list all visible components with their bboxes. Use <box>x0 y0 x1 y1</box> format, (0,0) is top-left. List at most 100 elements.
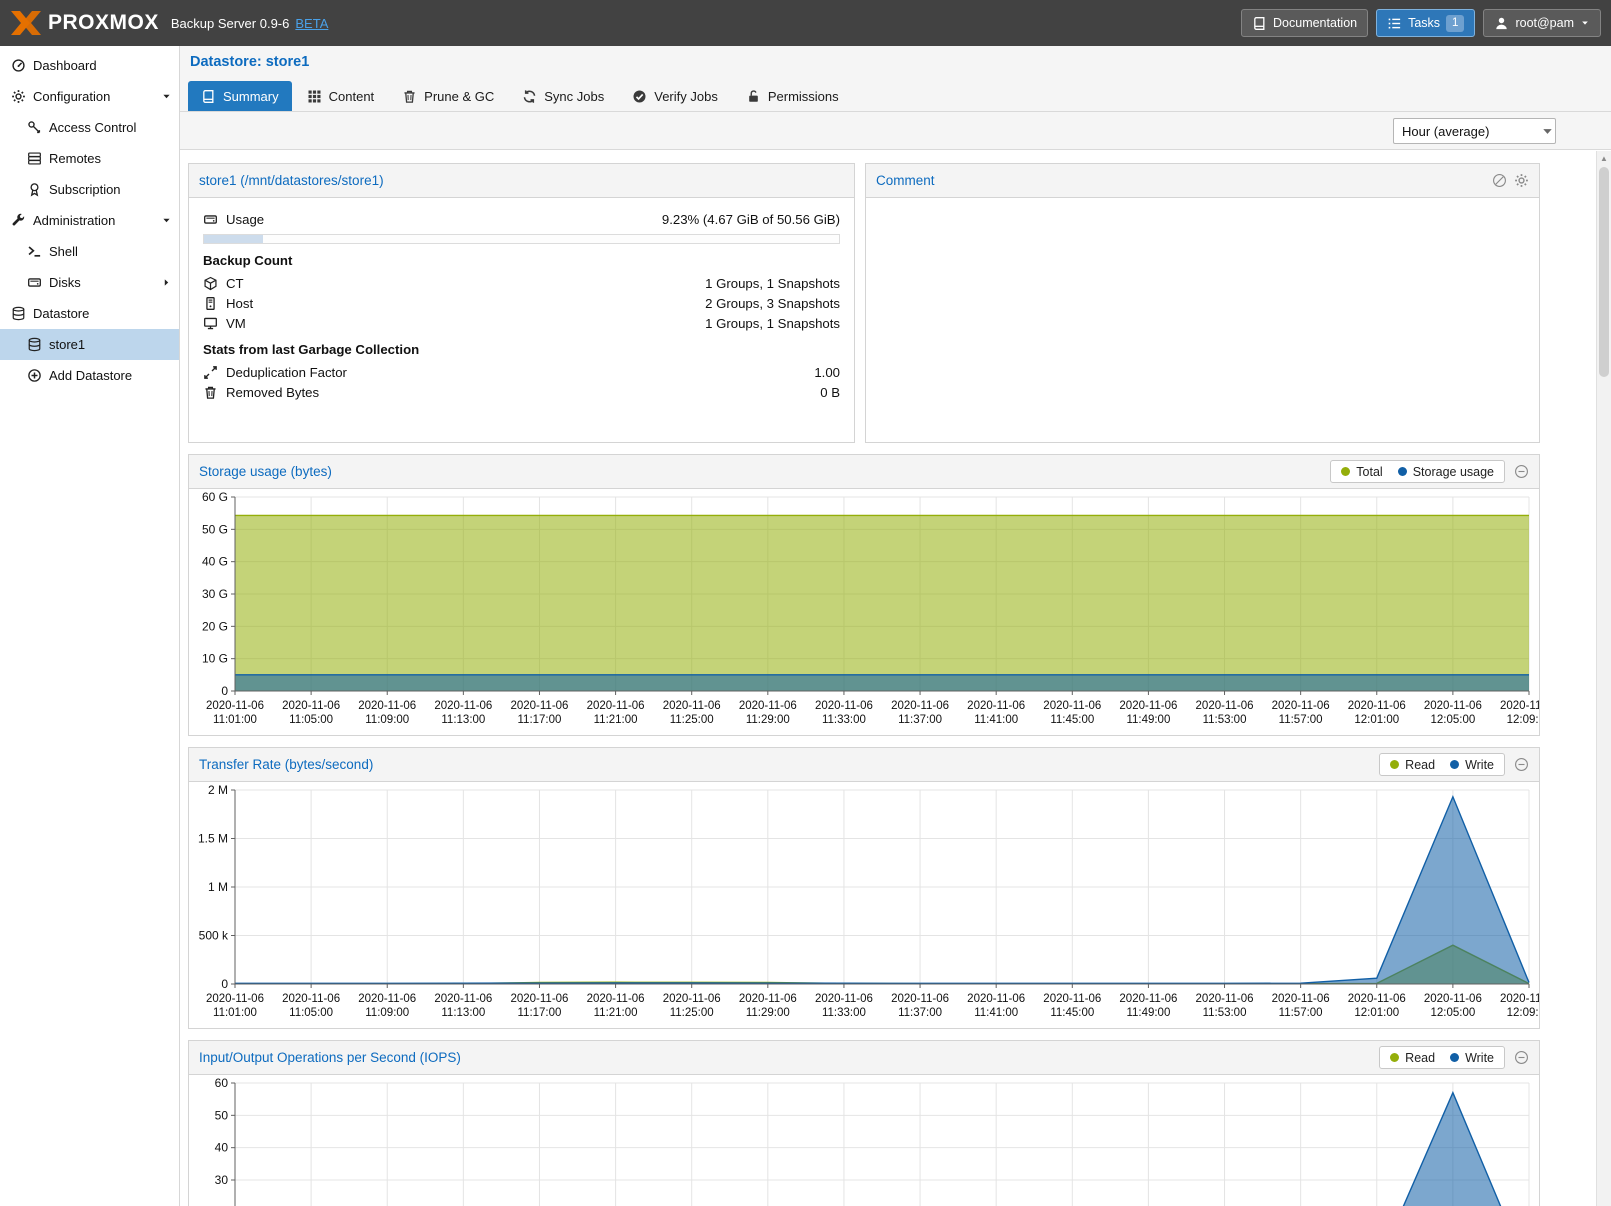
svg-text:1.5 M: 1.5 M <box>198 832 228 846</box>
sidebar-item-datastore[interactable]: Datastore <box>0 298 179 329</box>
svg-text:12:01:00: 12:01:00 <box>1354 1007 1399 1019</box>
chart-svg-transfer-rate: 0500 k1 M1.5 M2 M2020-11-0611:01:002020-… <box>189 782 1539 1028</box>
tab-bar: Summary Content Prune & GC Sync Jobs Verify … <box>180 78 1611 112</box>
tab-summary[interactable]: Summary <box>188 81 292 111</box>
svg-text:2020-11-06: 2020-11-06 <box>815 993 873 1005</box>
vertical-scrollbar[interactable]: ▲ <box>1596 151 1611 1206</box>
svg-text:2020-11-06: 2020-11-06 <box>739 993 797 1005</box>
svg-text:12:05:00: 12:05:00 <box>1430 1007 1475 1019</box>
cube-icon <box>203 276 218 291</box>
svg-text:12:09:00: 12:09:00 <box>1507 1007 1539 1019</box>
row-label: Host <box>226 296 253 311</box>
combo-chevron-down-icon[interactable] <box>1540 124 1555 139</box>
legend-item-total[interactable]: Total <box>1341 465 1382 479</box>
sidebar-item-configuration[interactable]: Configuration <box>0 81 179 112</box>
svg-text:2020-11-06: 2020-11-06 <box>282 993 340 1005</box>
scroll-up-arrow[interactable]: ▲ <box>1597 151 1611 166</box>
legend-item-read[interactable]: Read <box>1390 1051 1435 1065</box>
monitor-icon <box>203 316 218 331</box>
legend-item-read[interactable]: Read <box>1390 758 1435 772</box>
checkcircle-icon <box>632 89 647 104</box>
tab-label: Summary <box>223 89 279 104</box>
collapse-icon[interactable] <box>1514 464 1529 479</box>
sidebar-item-label: Shell <box>49 244 78 259</box>
svg-text:2 M: 2 M <box>208 783 228 797</box>
svg-text:2020-11-06: 2020-11-06 <box>1348 993 1406 1005</box>
sidebar-item-label: Datastore <box>33 306 89 321</box>
disk-icon <box>27 275 42 290</box>
toolbar: Hour (average) <box>180 112 1611 150</box>
sidebar-item-shell[interactable]: Shell <box>0 236 179 267</box>
scrollbar-thumb[interactable] <box>1599 167 1609 377</box>
tab-content[interactable]: Content <box>294 81 388 111</box>
sidebar-item-label: Dashboard <box>33 58 97 73</box>
serverlist-icon <box>27 151 42 166</box>
key-icon <box>27 120 42 135</box>
legend-item-write[interactable]: Write <box>1450 1051 1494 1065</box>
legend-item-write[interactable]: Write <box>1450 758 1494 772</box>
beta-link[interactable]: BETA <box>295 16 328 31</box>
comment-clear-icon[interactable] <box>1492 173 1507 188</box>
svg-text:2020-11-06: 2020-11-06 <box>1043 700 1101 712</box>
brand-name: PROXMOX <box>48 11 159 35</box>
svg-text:11:29:00: 11:29:00 <box>746 714 790 726</box>
tab-sync-jobs[interactable]: Sync Jobs <box>509 81 617 111</box>
row-value: 1 Groups, 1 Snapshots <box>705 316 840 331</box>
tab-permissions[interactable]: Permissions <box>733 81 852 111</box>
svg-text:2020-11-06: 2020-11-06 <box>1119 993 1177 1005</box>
tasks-button[interactable]: Tasks 1 <box>1376 9 1475 37</box>
header-actions: Documentation Tasks 1 root@pam <box>1241 9 1601 37</box>
legend-item-storage-usage[interactable]: Storage usage <box>1398 465 1494 479</box>
documentation-button[interactable]: Documentation <box>1241 9 1368 37</box>
collapse-icon[interactable] <box>1514 757 1529 772</box>
user-menu-button[interactable]: root@pam <box>1483 9 1601 37</box>
svg-text:11:41:00: 11:41:00 <box>974 1007 1018 1019</box>
sidebar-item-store1[interactable]: store1 <box>0 329 179 360</box>
chevron-down-icon <box>161 215 172 226</box>
trash-icon <box>203 385 218 400</box>
chart-svg-storage-usage: 010 G20 G30 G40 G50 G60 G2020-11-0611:01… <box>189 489 1539 735</box>
sidebar-item-disks[interactable]: Disks <box>0 267 179 298</box>
chart-legend: Read Write <box>1379 753 1505 776</box>
tab-label: Content <box>329 89 375 104</box>
charts-container: Storage usage (bytes)TotalStorage usage0… <box>188 454 1596 1206</box>
backup-count-heading: Backup Count <box>203 253 840 268</box>
sidebar-item-access-control[interactable]: Access Control <box>0 112 179 143</box>
top-header: PROXMOX Backup Server 0.9-6 BETA Documen… <box>0 0 1611 46</box>
sidebar-item-label: Configuration <box>33 89 110 104</box>
tasks-list-icon <box>1387 16 1402 31</box>
page-title: Datastore: store1 <box>190 54 309 70</box>
gear-icon[interactable] <box>1514 173 1529 188</box>
comment-body[interactable] <box>866 198 1539 442</box>
sidebar-item-subscription[interactable]: Subscription <box>0 174 179 205</box>
svg-text:11:45:00: 11:45:00 <box>1050 1007 1094 1019</box>
sidebar-item-add-datastore[interactable]: Add Datastore <box>0 360 179 391</box>
collapse-icon[interactable] <box>1514 1050 1529 1065</box>
timeframe-value: Hour (average) <box>1394 124 1540 139</box>
svg-text:2020-11-06: 2020-11-06 <box>587 993 645 1005</box>
svg-text:2020-11-06: 2020-11-06 <box>1196 700 1254 712</box>
svg-text:2020-11-06: 2020-11-06 <box>815 700 873 712</box>
timeframe-select[interactable]: Hour (average) <box>1393 118 1556 144</box>
sidebar-item-label: Remotes <box>49 151 101 166</box>
usage-progress-bar <box>203 234 840 244</box>
host-icon <box>203 296 218 311</box>
sidebar-item-remotes[interactable]: Remotes <box>0 143 179 174</box>
svg-text:11:17:00: 11:17:00 <box>518 714 562 726</box>
svg-text:11:09:00: 11:09:00 <box>365 714 409 726</box>
gear-icon <box>11 89 26 104</box>
sidebar-item-administration[interactable]: Administration <box>0 205 179 236</box>
tab-verify-jobs[interactable]: Verify Jobs <box>619 81 731 111</box>
svg-text:2020-11-06: 2020-11-06 <box>739 700 797 712</box>
svg-text:11:25:00: 11:25:00 <box>670 1007 714 1019</box>
row-label: Deduplication Factor <box>226 365 347 380</box>
svg-text:11:33:00: 11:33:00 <box>822 1007 866 1019</box>
svg-text:11:29:00: 11:29:00 <box>746 1007 790 1019</box>
svg-text:11:13:00: 11:13:00 <box>441 714 485 726</box>
tab-prune-gc[interactable]: Prune & GC <box>389 81 507 111</box>
sidebar-item-dashboard[interactable]: Dashboard <box>0 50 179 81</box>
sidebar-item-label: Access Control <box>49 120 136 135</box>
svg-text:60: 60 <box>215 1076 229 1090</box>
tab-label: Sync Jobs <box>544 89 604 104</box>
chart-legend: Read Write <box>1379 1046 1505 1069</box>
